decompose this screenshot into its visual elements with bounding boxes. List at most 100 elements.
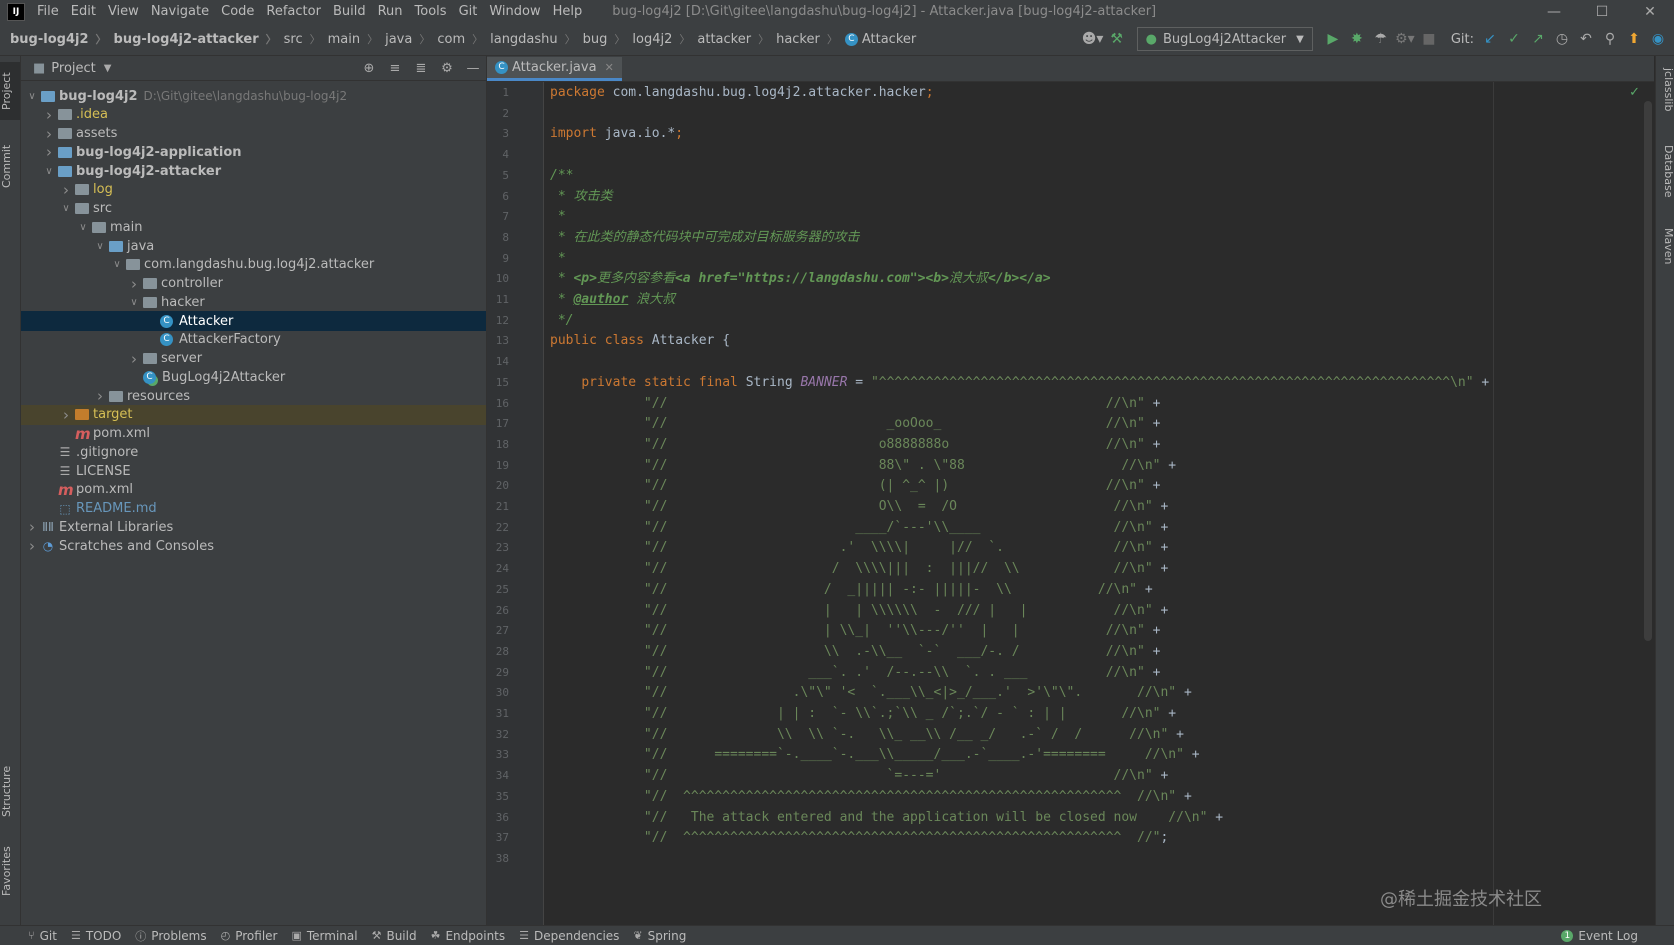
- tree-item[interactable]: ∨ hacker: [21, 292, 486, 312]
- tree-item[interactable]: ∨ src: [21, 199, 486, 219]
- project-panel-title[interactable]: Project: [51, 61, 95, 76]
- tree-item[interactable]: m pom.xml: [21, 480, 486, 500]
- tool-endpoints[interactable]: ☘ Endpoints: [431, 929, 506, 943]
- tab-attacker-java[interactable]: C Attacker.java ✕: [487, 57, 622, 81]
- tool-dependencies[interactable]: ☰ Dependencies: [519, 929, 619, 943]
- tool-build[interactable]: ⚒ Build: [372, 929, 417, 943]
- event-log-button[interactable]: 1 Event Log: [1561, 929, 1638, 943]
- breadcrumb-item[interactable]: attacker 〉: [697, 31, 776, 47]
- menu-git[interactable]: Git: [453, 4, 484, 19]
- build-hammer-icon[interactable]: ⚒: [1105, 31, 1129, 47]
- gear-icon[interactable]: ⚙: [434, 61, 460, 76]
- menu-tools[interactable]: Tools: [409, 4, 453, 19]
- tab-project[interactable]: Project: [0, 62, 20, 120]
- tab-commit[interactable]: Commit: [0, 136, 20, 196]
- run-icon[interactable]: ▶: [1321, 31, 1345, 47]
- chevron-down-icon[interactable]: ∨: [59, 203, 73, 214]
- tree-item[interactable]: › resources: [21, 386, 486, 406]
- rollback-icon[interactable]: ↶: [1574, 31, 1598, 47]
- tree-item[interactable]: ∨ java: [21, 236, 486, 256]
- breadcrumb-item[interactable]: com 〉: [437, 31, 490, 47]
- menu-code[interactable]: Code: [215, 4, 260, 19]
- tree-item[interactable]: ∨ main: [21, 217, 486, 237]
- tab-favorites[interactable]: Favorites: [0, 836, 20, 906]
- breadcrumb-item[interactable]: hacker 〉: [776, 31, 845, 47]
- tool-profiler[interactable]: ◴ Profiler: [221, 929, 278, 943]
- tool-todo[interactable]: ☰ TODO: [71, 929, 121, 943]
- tree-item[interactable]: ∨ bug-log4j2-attacker: [21, 161, 486, 181]
- tree-item[interactable]: › target: [21, 404, 486, 425]
- chevron-right-icon[interactable]: ›: [59, 181, 73, 199]
- tree-item[interactable]: C Attacker: [21, 311, 486, 331]
- close-icon[interactable]: ✕: [605, 61, 614, 74]
- chevron-right-icon[interactable]: ›: [127, 350, 141, 368]
- tree-item[interactable]: › log: [21, 180, 486, 200]
- locate-icon[interactable]: ⊕: [356, 61, 382, 76]
- tree-item[interactable]: ☰ LICENSE: [21, 461, 486, 481]
- hide-icon[interactable]: —: [460, 61, 486, 76]
- tree-item[interactable]: › .idea: [21, 105, 486, 125]
- menu-refactor[interactable]: Refactor: [260, 4, 327, 19]
- update-icon[interactable]: ⬆: [1622, 31, 1646, 47]
- tool-spring[interactable]: ❦ Spring: [633, 929, 686, 943]
- search-icon[interactable]: ⚲: [1598, 31, 1622, 47]
- tab-jclasslib[interactable]: jclasslib: [1656, 60, 1674, 120]
- tree-item[interactable]: ∨ bug-log4j2 D:\Git\gitee\langdashu\bug-lo…: [21, 86, 486, 106]
- chevron-right-icon[interactable]: ›: [42, 143, 56, 161]
- maximize-icon[interactable]: ☐: [1578, 4, 1626, 20]
- close-icon[interactable]: ✕: [1626, 4, 1674, 20]
- breadcrumb-item[interactable]: log4j2 〉: [632, 31, 697, 47]
- menu-navigate[interactable]: Navigate: [145, 4, 215, 19]
- chevron-right-icon[interactable]: ›: [127, 275, 141, 293]
- toolbox-icon[interactable]: ◉: [1646, 31, 1670, 47]
- chevron-down-icon[interactable]: ∨: [127, 297, 141, 308]
- collapse-all-icon[interactable]: ≣: [408, 61, 434, 76]
- chevron-down-icon[interactable]: ∨: [110, 259, 124, 270]
- menu-edit[interactable]: Edit: [65, 4, 102, 19]
- chevron-right-icon[interactable]: ›: [25, 537, 39, 555]
- breadcrumb-item[interactable]: bug 〉: [583, 31, 633, 47]
- tab-maven[interactable]: Maven: [1656, 216, 1674, 276]
- user-icon[interactable]: ☻▾: [1081, 31, 1105, 47]
- tab-structure[interactable]: Structure: [0, 756, 20, 826]
- expand-all-icon[interactable]: ≡: [382, 61, 408, 76]
- breadcrumb-item[interactable]: C Attacker: [844, 32, 916, 47]
- breadcrumb-item[interactable]: bug-log4j2 〉: [10, 31, 114, 47]
- stop-icon[interactable]: ■: [1417, 31, 1441, 47]
- breadcrumb-item[interactable]: src 〉: [284, 31, 328, 47]
- tree-item[interactable]: C BugLog4j2Attacker: [21, 367, 486, 387]
- run-configuration-select[interactable]: ● BugLog4j2Attacker ▼: [1136, 27, 1313, 51]
- chevron-right-icon[interactable]: ›: [42, 106, 56, 124]
- tree-item[interactable]: ☰ .gitignore: [21, 442, 486, 462]
- chevron-down-icon[interactable]: ∨: [76, 222, 90, 233]
- tool-terminal[interactable]: ▣ Terminal: [291, 929, 357, 943]
- breadcrumb-item[interactable]: langdashu 〉: [490, 31, 583, 47]
- menu-file[interactable]: File: [31, 4, 65, 19]
- git-commit-icon[interactable]: ✓: [1502, 31, 1526, 47]
- chevron-right-icon[interactable]: ›: [59, 406, 73, 424]
- tree-item[interactable]: › controller: [21, 274, 486, 294]
- inspection-ok-icon[interactable]: ✓: [1629, 85, 1640, 100]
- debug-icon[interactable]: ✸: [1345, 31, 1369, 47]
- tree-item[interactable]: m pom.xml: [21, 424, 486, 444]
- chevron-right-icon[interactable]: ›: [25, 518, 39, 536]
- menu-run[interactable]: Run: [372, 4, 409, 19]
- tool-git[interactable]: ⑂ Git: [28, 929, 57, 943]
- tab-database[interactable]: Database: [1656, 136, 1674, 206]
- tree-item[interactable]: › ◔ Scratches and Consoles: [21, 536, 486, 556]
- git-update-icon[interactable]: ↙: [1478, 31, 1502, 47]
- chevron-down-icon[interactable]: ▼: [104, 63, 112, 74]
- chevron-down-icon[interactable]: ∨: [93, 241, 107, 252]
- breadcrumb-item[interactable]: bug-log4j2-attacker 〉: [114, 31, 284, 47]
- profile-icon[interactable]: ⚙▾: [1393, 31, 1417, 47]
- code-area[interactable]: package com.langdashu.bug.log4j2.attacke…: [550, 82, 1654, 925]
- vertical-scrollbar[interactable]: [1644, 101, 1652, 641]
- tree-item[interactable]: C AttackerFactory: [21, 330, 486, 350]
- tool-problems[interactable]: ⓘ Problems: [135, 928, 206, 944]
- menu-window[interactable]: Window: [483, 4, 546, 19]
- chevron-right-icon[interactable]: ›: [42, 125, 56, 143]
- breadcrumb-item[interactable]: java 〉: [385, 31, 437, 47]
- breadcrumb-item[interactable]: main 〉: [328, 31, 385, 47]
- chevron-down-icon[interactable]: ∨: [42, 166, 56, 177]
- tree-item[interactable]: › assets: [21, 124, 486, 144]
